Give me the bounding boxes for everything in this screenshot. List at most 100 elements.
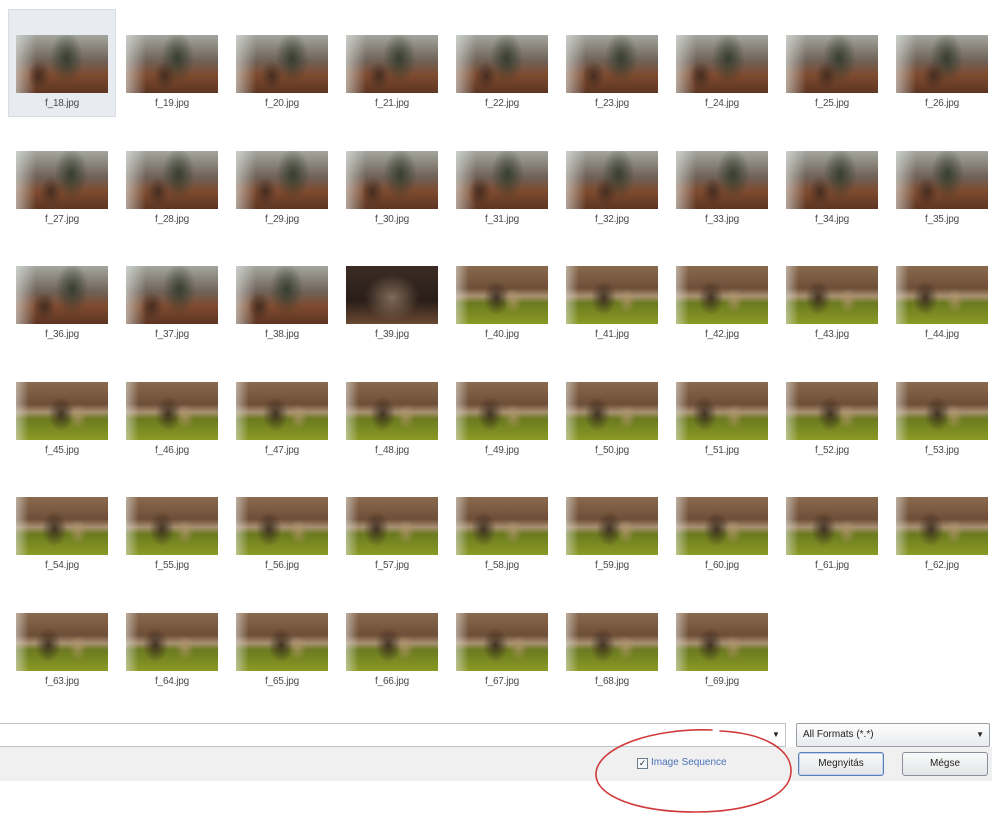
thumbnail-photo-layer — [676, 382, 768, 440]
thumbnail-photo-layer — [676, 151, 768, 209]
image-thumbnail — [676, 151, 768, 209]
file-thumbnail-item[interactable]: f_34.jpg — [778, 125, 886, 233]
file-thumbnail-item[interactable]: f_47.jpg — [228, 356, 336, 464]
file-thumbnail-item[interactable]: f_20.jpg — [228, 9, 336, 117]
thumbnail-photo-layer — [16, 497, 108, 555]
file-thumbnail-item[interactable]: f_65.jpg — [228, 587, 336, 695]
file-thumbnail-item[interactable]: f_60.jpg — [668, 471, 776, 579]
image-thumbnail — [126, 382, 218, 440]
file-thumbnail-item[interactable]: f_35.jpg — [888, 125, 992, 233]
file-thumbnail-item[interactable]: f_50.jpg — [558, 356, 666, 464]
file-thumbnail-item[interactable]: f_64.jpg — [118, 587, 226, 695]
file-name-label: f_58.jpg — [485, 560, 519, 571]
chevron-down-icon[interactable]: ▼ — [768, 727, 784, 743]
file-thumbnail-item[interactable]: f_68.jpg — [558, 587, 666, 695]
thumbnail-photo-layer — [126, 151, 218, 209]
file-thumbnail-item[interactable]: f_31.jpg — [448, 125, 556, 233]
file-thumbnail-item[interactable]: f_33.jpg — [668, 125, 776, 233]
file-thumbnail-item[interactable]: f_55.jpg — [118, 471, 226, 579]
file-name-label: f_45.jpg — [45, 445, 79, 456]
file-thumbnail-item[interactable]: f_30.jpg — [338, 125, 446, 233]
file-thumbnail-item[interactable]: f_54.jpg — [8, 471, 116, 579]
file-thumbnail-item[interactable]: f_29.jpg — [228, 125, 336, 233]
file-name-label: f_69.jpg — [705, 676, 739, 687]
file-thumbnail-item[interactable]: f_38.jpg — [228, 240, 336, 348]
file-thumbnail-item[interactable]: f_56.jpg — [228, 471, 336, 579]
file-thumbnail-item[interactable]: f_44.jpg — [888, 240, 992, 348]
thumbnail-photo-layer — [346, 266, 438, 324]
file-thumbnail-item[interactable]: f_46.jpg — [118, 356, 226, 464]
file-thumbnail-item[interactable]: f_59.jpg — [558, 471, 666, 579]
file-thumbnail-item[interactable]: f_58.jpg — [448, 471, 556, 579]
image-thumbnail — [16, 497, 108, 555]
file-name-label: f_60.jpg — [705, 560, 739, 571]
file-thumbnail-item[interactable]: f_69.jpg — [668, 587, 776, 695]
file-thumbnail-item[interactable]: f_51.jpg — [668, 356, 776, 464]
file-thumbnail-item[interactable]: f_24.jpg — [668, 9, 776, 117]
file-thumbnail-item[interactable]: f_40.jpg — [448, 240, 556, 348]
image-sequence-checkbox[interactable]: ✓ — [637, 758, 648, 769]
file-name-label: f_47.jpg — [265, 445, 299, 456]
file-thumbnail-item[interactable]: f_37.jpg — [118, 240, 226, 348]
file-thumbnail-item[interactable]: f_21.jpg — [338, 9, 446, 117]
file-thumbnail-item[interactable]: f_32.jpg — [558, 125, 666, 233]
image-thumbnail — [676, 35, 768, 93]
file-thumbnail-item[interactable]: f_52.jpg — [778, 356, 886, 464]
image-sequence-label[interactable]: Image Sequence — [651, 757, 727, 768]
image-thumbnail — [566, 497, 658, 555]
file-thumbnail-item[interactable]: f_36.jpg — [8, 240, 116, 348]
image-thumbnail — [456, 266, 548, 324]
thumbnail-photo-layer — [236, 613, 328, 671]
thumbnail-photo-layer — [456, 151, 548, 209]
open-button[interactable]: Megnyitás — [798, 752, 884, 776]
file-thumbnail-item[interactable]: f_18.jpg — [8, 9, 116, 117]
file-thumbnail-item[interactable]: f_48.jpg — [338, 356, 446, 464]
image-thumbnail — [896, 382, 988, 440]
thumbnail-photo-layer — [346, 613, 438, 671]
file-thumbnail-item[interactable]: f_19.jpg — [118, 9, 226, 117]
file-thumbnail-item[interactable]: f_26.jpg — [888, 9, 992, 117]
thumbnail-photo-layer — [456, 35, 548, 93]
file-name-label: f_31.jpg — [485, 214, 519, 225]
file-thumbnail-item[interactable]: f_27.jpg — [8, 125, 116, 233]
file-thumbnail-item[interactable]: f_67.jpg — [448, 587, 556, 695]
file-thumbnail-item[interactable]: f_42.jpg — [668, 240, 776, 348]
filename-input[interactable] — [0, 723, 786, 747]
file-name-label: f_36.jpg — [45, 329, 79, 340]
file-thumbnail-item[interactable]: f_53.jpg — [888, 356, 992, 464]
thumbnail-photo-layer — [346, 497, 438, 555]
file-format-select[interactable]: All Formats (*.*) ▼ — [796, 723, 990, 747]
file-thumbnail-item[interactable]: f_62.jpg — [888, 471, 992, 579]
file-thumbnail-item[interactable]: f_23.jpg — [558, 9, 666, 117]
thumbnail-photo-layer — [566, 613, 658, 671]
thumbnail-photo-layer — [896, 35, 988, 93]
file-thumbnail-item[interactable]: f_49.jpg — [448, 356, 556, 464]
cancel-button[interactable]: Mégse — [902, 752, 988, 776]
file-thumbnail-item[interactable]: f_66.jpg — [338, 587, 446, 695]
thumbnail-photo-layer — [566, 266, 658, 324]
image-thumbnail — [236, 266, 328, 324]
file-thumbnail-item[interactable]: f_25.jpg — [778, 9, 886, 117]
image-thumbnail — [896, 151, 988, 209]
file-thumbnail-item[interactable]: f_43.jpg — [778, 240, 886, 348]
chevron-down-icon: ▼ — [976, 730, 984, 739]
file-thumbnail-item[interactable]: f_45.jpg — [8, 356, 116, 464]
file-thumbnail-item[interactable]: f_63.jpg — [8, 587, 116, 695]
file-name-label: f_62.jpg — [925, 560, 959, 571]
file-thumbnail-item[interactable]: f_41.jpg — [558, 240, 666, 348]
file-name-label: f_68.jpg — [595, 676, 629, 687]
file-thumbnail-item[interactable]: f_28.jpg — [118, 125, 226, 233]
file-thumbnail-item[interactable]: f_57.jpg — [338, 471, 446, 579]
file-name-label: f_61.jpg — [815, 560, 849, 571]
thumbnail-photo-layer — [236, 382, 328, 440]
file-name-label: f_50.jpg — [595, 445, 629, 456]
file-thumbnail-item[interactable]: f_39.jpg — [338, 240, 446, 348]
file-name-label: f_25.jpg — [815, 98, 849, 109]
file-name-label: f_51.jpg — [705, 445, 739, 456]
file-thumbnail-item[interactable]: f_22.jpg — [448, 9, 556, 117]
thumbnail-photo-layer — [896, 497, 988, 555]
file-thumbnail-item[interactable]: f_61.jpg — [778, 471, 886, 579]
image-thumbnail — [456, 151, 548, 209]
image-thumbnail — [126, 497, 218, 555]
thumbnail-photo-layer — [346, 35, 438, 93]
